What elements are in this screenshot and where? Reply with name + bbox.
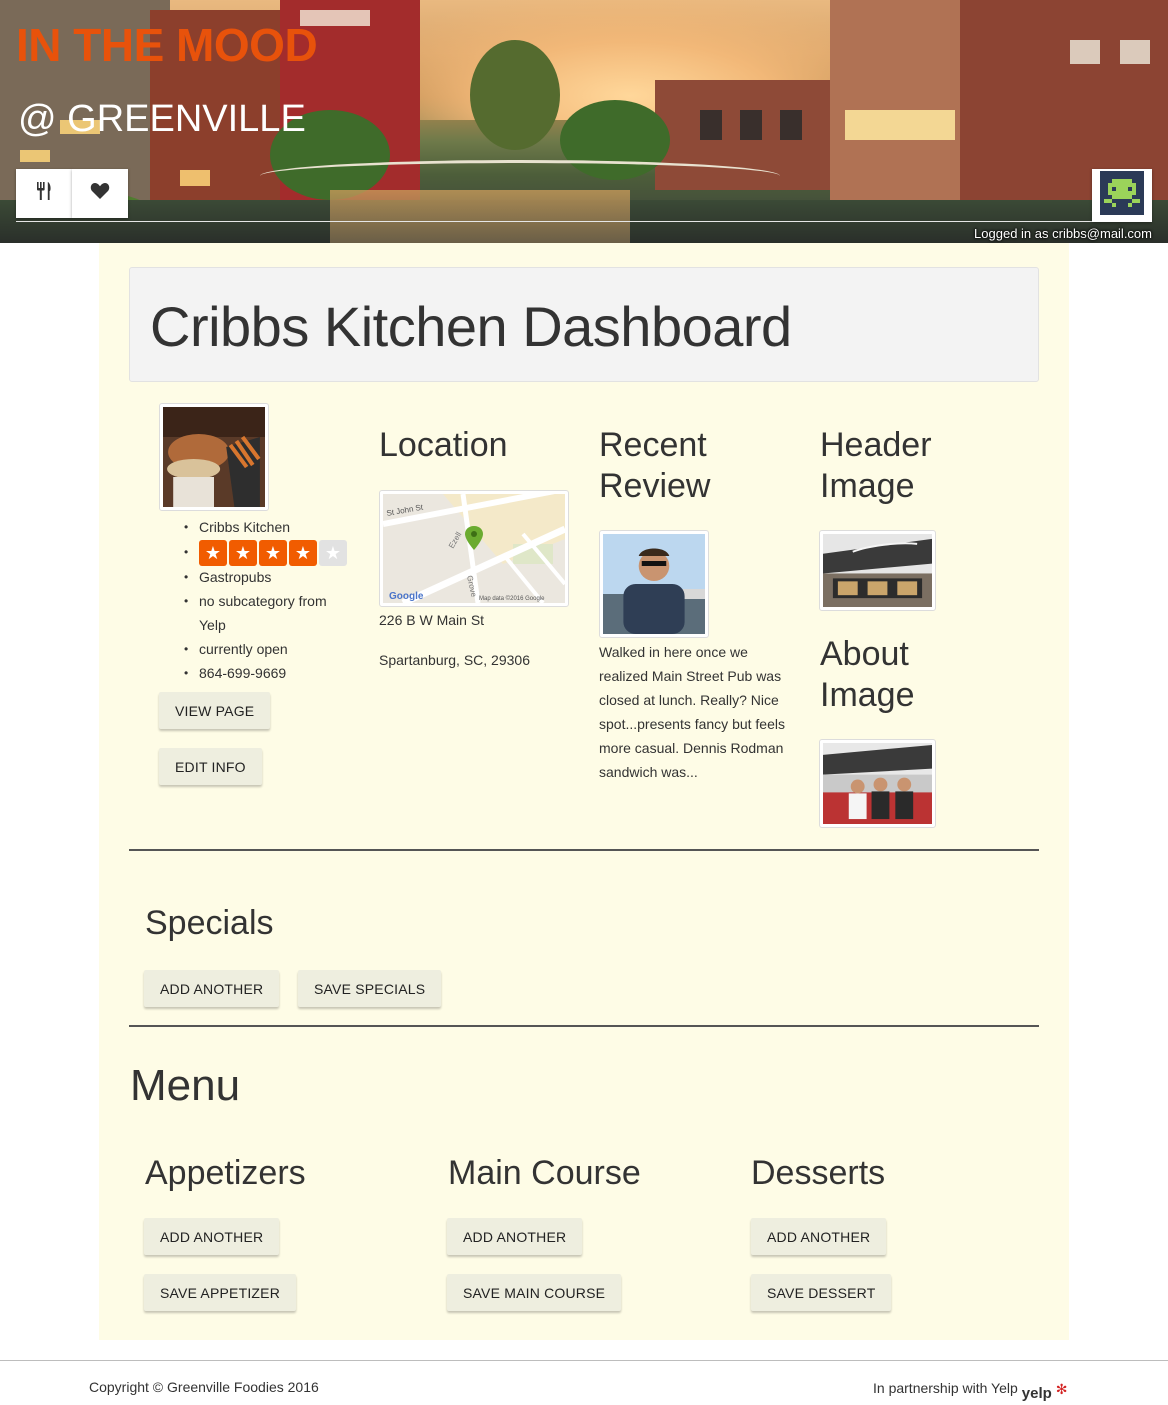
main-course-heading: Main Course: [448, 1154, 641, 1192]
desserts-heading: Desserts: [751, 1154, 886, 1192]
view-page-button[interactable]: VIEW PAGE: [159, 692, 271, 729]
restaurant-phone: 864-699-9669: [184, 661, 349, 685]
footer-divider: [0, 1360, 1168, 1361]
star-rating: ★ ★ ★ ★ ★: [199, 540, 347, 567]
location-map[interactable]: St John St Ezell Grove Google Map data ©…: [379, 486, 569, 607]
review-heading: Recent Review: [599, 425, 710, 507]
dashboard-title-card: Cribbs Kitchen Dashboard: [129, 267, 1039, 382]
user-avatar-button[interactable]: [1092, 169, 1152, 222]
star-icon: ★: [199, 540, 227, 567]
banner-window: [1070, 40, 1100, 64]
menu-heading: Menu: [130, 1061, 241, 1110]
header-image-heading-line: Image: [820, 467, 915, 505]
section-divider: [129, 1025, 1039, 1027]
save-main-course-button[interactable]: SAVE MAIN COURSE: [447, 1274, 622, 1311]
partnership-text: In partnership with Yelp: [873, 1380, 1018, 1396]
brand-title[interactable]: IN THE MOOD: [16, 22, 318, 68]
review-heading-line: Review: [599, 467, 711, 505]
appetizers-add-another-button[interactable]: ADD ANOTHER: [144, 1218, 280, 1255]
save-dessert-button[interactable]: SAVE DESSERT: [751, 1274, 892, 1311]
restaurant-photo-image: [163, 407, 265, 507]
about-image-heading: About Image: [820, 634, 915, 716]
desserts-add-another-button[interactable]: ADD ANOTHER: [751, 1218, 887, 1255]
section-divider: [129, 849, 1039, 851]
reviewer-photo-image: [603, 534, 705, 634]
edit-info-button[interactable]: EDIT INFO: [159, 748, 262, 785]
header-image-heading: Header Image: [820, 425, 932, 507]
yelp-burst-icon: ✻: [1055, 1381, 1068, 1397]
main-course-add-another-button[interactable]: ADD ANOTHER: [447, 1218, 583, 1255]
header-image-preview: [823, 534, 932, 607]
appetizers-heading: Appetizers: [145, 1154, 306, 1192]
page-title: Cribbs Kitchen Dashboard: [150, 295, 792, 358]
dashboard-panel: Cribbs Kitchen Dashboard Cribbs Kitchen …: [99, 243, 1069, 1340]
specials-add-another-button[interactable]: ADD ANOTHER: [144, 970, 280, 1007]
review-heading-line: Recent: [599, 426, 707, 464]
banner-window: [1120, 40, 1150, 64]
banner-window: [180, 170, 210, 186]
map-attribution: Map data ©2016 Google: [479, 595, 545, 602]
banner-bridge: [260, 160, 780, 200]
map-image: St John St Ezell Grove Google Map data ©…: [382, 486, 567, 607]
reviewer-photo: [599, 530, 709, 638]
review-text: Walked in here once we realized Main Str…: [599, 644, 785, 780]
brand-subtitle: @ GREENVILLE: [18, 98, 306, 140]
google-logo: Google: [389, 591, 424, 602]
about-image-thumbnail[interactable]: [819, 739, 936, 828]
star-icon: ★: [259, 540, 287, 567]
yelp-logo[interactable]: yelp: [1022, 1385, 1052, 1402]
pixel-avatar-icon: [1100, 171, 1144, 220]
address-line-2: Spartanburg, SC, 29306: [379, 652, 530, 668]
location-heading: Location: [379, 426, 508, 464]
heart-icon: [90, 182, 110, 205]
banner-window: [780, 110, 802, 140]
restaurant-name: Cribbs Kitchen: [184, 515, 349, 539]
about-image-preview: [823, 743, 932, 824]
about-image-heading-line: Image: [820, 676, 915, 714]
footer-partnership: In partnership with Yelp yelp ✻: [873, 1379, 1068, 1402]
restaurant-status: currently open: [184, 637, 349, 661]
header-image-thumbnail[interactable]: [819, 530, 936, 611]
save-appetizer-button[interactable]: SAVE APPETIZER: [144, 1274, 297, 1311]
save-specials-button[interactable]: SAVE SPECIALS: [298, 970, 442, 1007]
banner-window: [20, 150, 50, 162]
nav-restaurants-button[interactable]: [16, 169, 72, 218]
address-line-1: 226 B W Main St: [379, 612, 485, 628]
fork-knife-icon: [34, 181, 54, 206]
header-banner: IN THE MOOD @ GREENVILLE Logged in as cr…: [0, 0, 1168, 243]
nav-divider: [16, 221, 1152, 222]
star-icon: ★: [229, 540, 257, 567]
about-image-heading-line: About: [820, 635, 909, 673]
banner-window: [700, 110, 722, 140]
restaurant-category: Gastropubs: [184, 565, 349, 589]
restaurant-rating: ★ ★ ★ ★ ★: [184, 539, 349, 567]
restaurant-subcategory: no subcategory from Yelp: [184, 589, 349, 637]
nav-favorites-button[interactable]: [72, 169, 128, 218]
star-empty-icon: ★: [319, 540, 347, 567]
specials-heading: Specials: [145, 904, 274, 942]
restaurant-photo: [159, 403, 269, 511]
restaurant-info-list: Cribbs Kitchen ★ ★ ★ ★ ★ Gastropubs no s…: [184, 515, 349, 685]
banner-tree: [470, 40, 560, 150]
banner-window: [740, 110, 762, 140]
header-image-heading-line: Header: [820, 426, 932, 464]
banner-window: [845, 110, 955, 140]
star-icon: ★: [289, 540, 317, 567]
logged-in-status: Logged in as cribbs@mail.com: [974, 226, 1152, 241]
footer-copyright: Copyright © Greenville Foodies 2016: [89, 1379, 319, 1395]
